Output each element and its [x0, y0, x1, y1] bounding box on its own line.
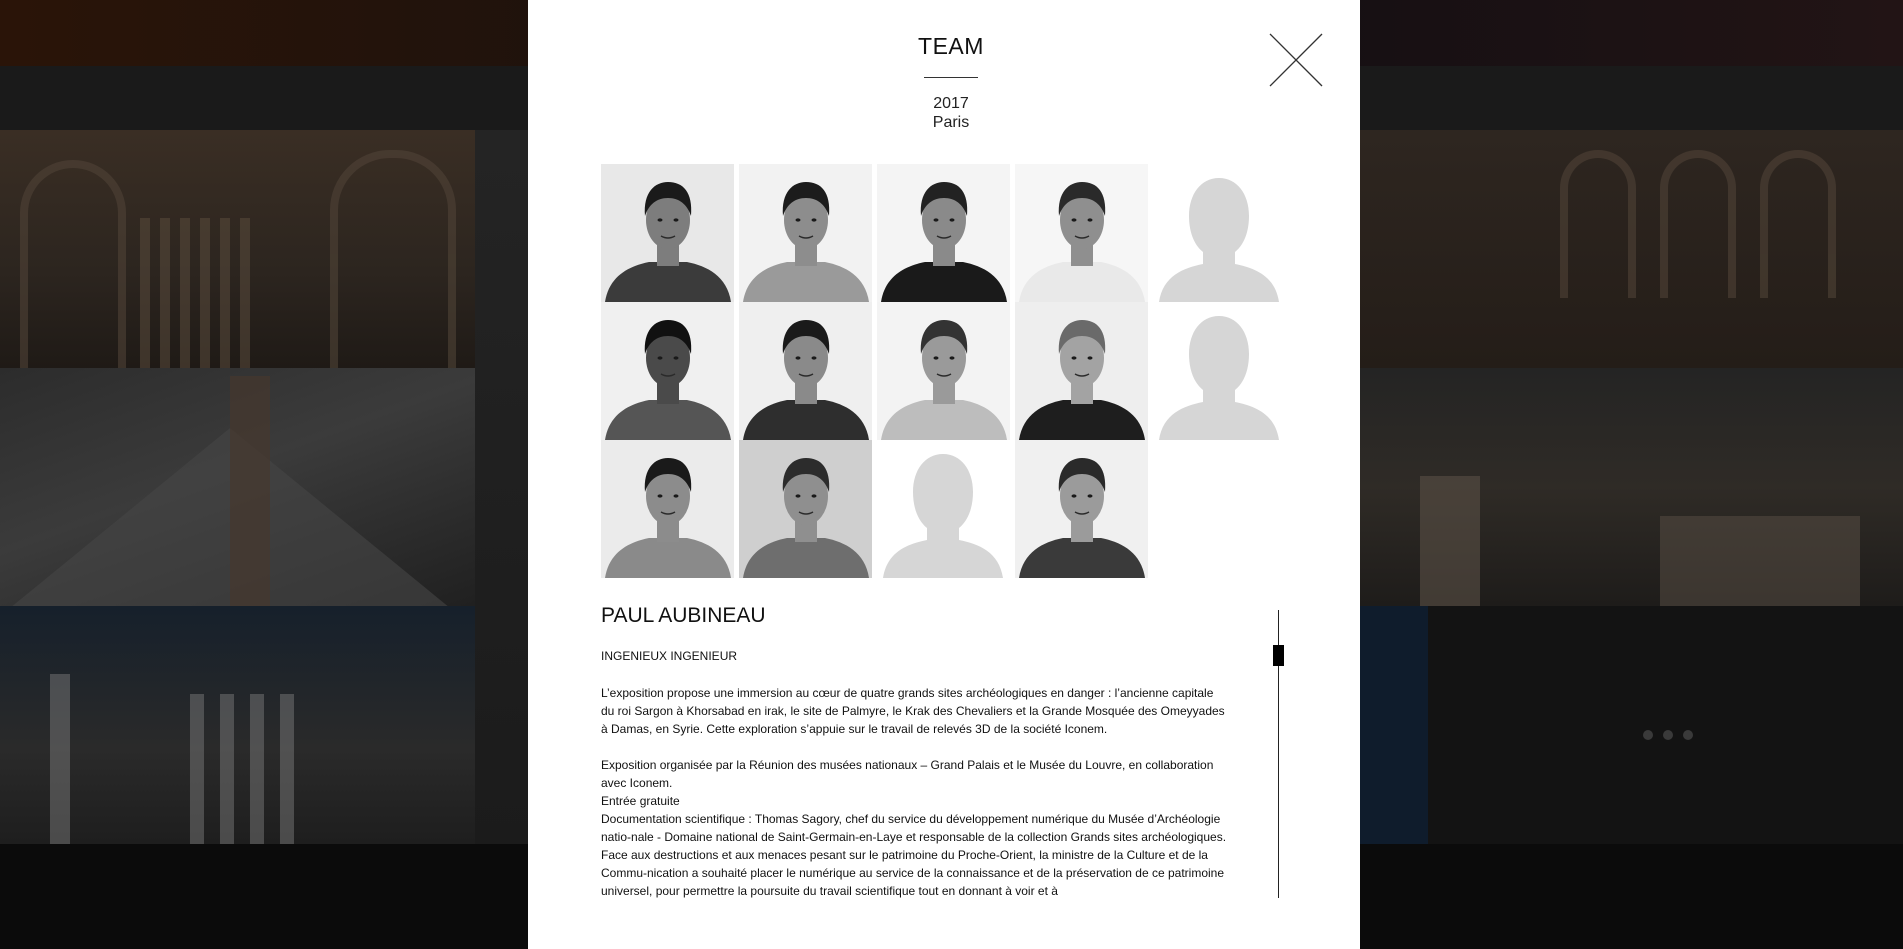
background-tile-dark: [1428, 606, 1903, 844]
portrait-image: [739, 164, 872, 302]
background-tile-temple: [0, 606, 475, 844]
carousel-dot[interactable]: [1683, 730, 1693, 740]
portrait-image: [739, 302, 872, 440]
team-member-photo[interactable]: [1015, 302, 1148, 440]
background-tile-strip: [475, 130, 528, 844]
background-tile-mosque: [1360, 130, 1903, 368]
portrait-image: [739, 440, 872, 578]
portrait-image: [601, 302, 734, 440]
team-member-photo[interactable]: [877, 302, 1010, 440]
person-role: INGENIEUX INGENIEUR: [601, 649, 738, 663]
background-tile-blue: [1360, 606, 1428, 844]
person-name: PAUL AUBINEAU: [601, 604, 766, 627]
bio-paragraph: Face aux destructions et aux menaces pes…: [601, 848, 1225, 898]
team-member-photo[interactable]: [877, 164, 1010, 302]
portrait-image: [601, 440, 734, 578]
person-bio: L’exposition propose une immersion au cœ…: [601, 684, 1228, 900]
background-tile-minaret: [0, 368, 475, 606]
modal-city: Paris: [932, 114, 970, 131]
close-button[interactable]: [1269, 33, 1323, 87]
team-member-photo[interactable]: [1015, 164, 1148, 302]
team-member-placeholder[interactable]: [1153, 302, 1286, 440]
bio-paragraph: Exposition organisée par la Réunion des …: [601, 758, 1214, 790]
team-member-photo[interactable]: [601, 440, 734, 578]
team-member-photo[interactable]: [601, 302, 734, 440]
bio-scrollbar-thumb[interactable]: [1273, 645, 1284, 666]
avatar-placeholder-icon: [1153, 164, 1286, 302]
bio-paragraph: Entrée gratuite: [601, 794, 680, 808]
bio-paragraph: L’exposition propose une immersion au cœ…: [601, 686, 1225, 736]
team-member-photo[interactable]: [601, 164, 734, 302]
background-tile-ruins: [1360, 368, 1903, 606]
modal-year: 2017: [933, 95, 969, 112]
portrait-image: [877, 302, 1010, 440]
team-member-placeholder[interactable]: [877, 440, 1010, 578]
carousel-dot[interactable]: [1643, 730, 1653, 740]
portrait-image: [877, 164, 1010, 302]
team-member-photo[interactable]: [739, 440, 872, 578]
portrait-image: [1015, 302, 1148, 440]
portrait-image: [601, 164, 734, 302]
team-member-photo[interactable]: [739, 164, 872, 302]
team-modal: TEAM 2017 Paris PAUL AUBINEAU INGENIEUX …: [528, 0, 1360, 949]
carousel-dot[interactable]: [1663, 730, 1673, 740]
bio-paragraph: Documentation scientifique : Thomas Sago…: [601, 812, 1227, 844]
modal-title: TEAM: [918, 33, 984, 59]
team-member-photo[interactable]: [739, 302, 872, 440]
close-icon: [1269, 33, 1323, 87]
avatar-placeholder-icon: [877, 440, 1010, 578]
avatar-placeholder-icon: [1153, 302, 1286, 440]
team-member-photo[interactable]: [1015, 440, 1148, 578]
portrait-image: [1015, 164, 1148, 302]
carousel-dots[interactable]: [1643, 730, 1693, 740]
team-member-placeholder[interactable]: [1153, 164, 1286, 302]
portrait-image: [1015, 440, 1148, 578]
background-tile-palmyra: [0, 130, 475, 368]
title-divider: [924, 77, 978, 78]
